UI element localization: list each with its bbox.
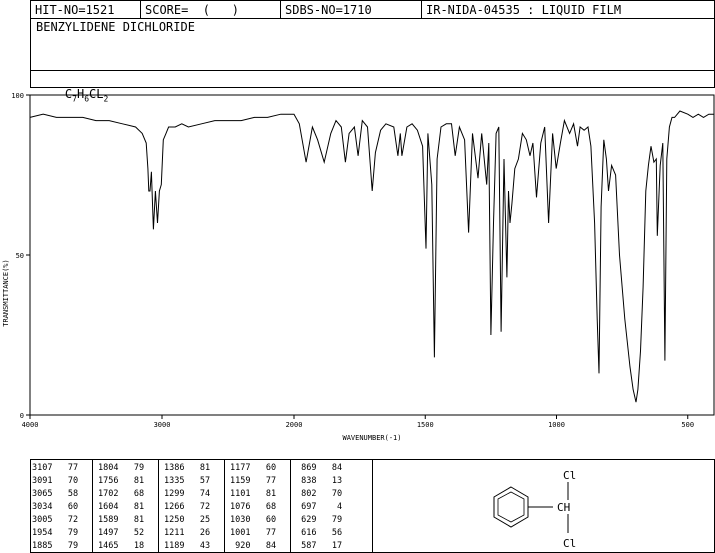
ir-spectrum-chart: 4000 3000 2000 1500 1000 500100500 TRANSMITTA… [2, 92, 715, 442]
peak-row: 3005 72 [32, 515, 79, 525]
score: SCORE= ( ) [145, 3, 239, 17]
y-tick-label: 100 [11, 92, 24, 100]
peak-row: 1756 81 [98, 476, 145, 486]
y-axis-label: TRANSMITTANCE(%) [2, 259, 10, 326]
peak-row: 1250 25 [164, 515, 211, 525]
peak-row: 838 13 [296, 476, 343, 486]
plot-frame [29, 94, 715, 416]
chlorine-bottom-label: Cl [563, 537, 576, 550]
peak-row: 869 84 [296, 463, 343, 473]
peak-row: 1335 57 [164, 476, 211, 486]
peak-row: 1101 81 [230, 489, 277, 499]
benzene-inner-ring [497, 491, 525, 523]
peak-row: 3034 60 [32, 502, 79, 512]
y-tick-label: 50 [16, 252, 24, 260]
peak-row: 1076 68 [230, 502, 277, 512]
peak-row: 1804 79 [98, 463, 145, 473]
structure-box: Cl CH Cl [372, 459, 715, 553]
peak-column: 3107 77 3091 70 3065 58 3034 60 3005 72 1954 … [32, 462, 78, 553]
peak-row: 1702 68 [98, 489, 145, 499]
peak-column: 869 84 838 13 802 70 697 4 629 79 616 56… [296, 462, 342, 553]
peak-row: 1497 52 [98, 528, 145, 538]
peak-row: 629 79 [296, 515, 343, 525]
peak-row: 3091 70 [32, 476, 79, 486]
peak-row: 1589 81 [98, 515, 145, 525]
x-tick-label: 4000 [22, 421, 39, 429]
x-tick-label: 1000 [548, 421, 565, 429]
peak-row: 1159 77 [230, 476, 277, 486]
peak-row: 1189 43 [164, 541, 211, 551]
spectrum-line [29, 110, 714, 403]
x-tick-label: 500 [681, 421, 694, 429]
peak-row: 1465 18 [98, 541, 145, 551]
ir-info: IR-NIDA-04535 : LIQUID FILM [426, 3, 622, 17]
y-tick-label: 0 [20, 412, 24, 420]
x-tick-label: 3000 [154, 421, 171, 429]
hit-number: HIT-NO=1521 [35, 3, 115, 17]
peak-row: 3107 77 [32, 463, 79, 473]
peak-row: 616 56 [296, 528, 343, 538]
peak-row: 697 4 [296, 502, 343, 512]
peak-row: 1386 81 [164, 463, 211, 473]
peak-row: 1211 26 [164, 528, 211, 538]
peak-row: 1604 81 [98, 502, 145, 512]
peak-row: 1266 72 [164, 502, 211, 512]
benzene-ring-icon [493, 486, 529, 528]
x-tick-label: 2000 [286, 421, 303, 429]
peak-row: 802 70 [296, 489, 343, 499]
peak-row: 1954 79 [32, 528, 79, 538]
peak-column: 1386 81 1335 57 1299 74 1266 72 1250 25 1211 … [164, 462, 210, 553]
peak-column: 1804 79 1756 81 1702 68 1604 81 1589 81 1497 … [98, 462, 144, 553]
x-axis-label: WAVENUMBER(-1) [342, 434, 401, 442]
ch-label: CH [557, 501, 570, 514]
x-tick-label: 1500 [417, 421, 434, 429]
compound-name: BENZYLIDENE DICHLORIDE [36, 20, 195, 34]
sdbs-number: SDBS-NO=1710 [285, 3, 372, 17]
header-bar: HIT-NO=1521 SCORE= ( ) SDBS-NO=1710 IR-N… [30, 0, 715, 19]
peak-row: 920 84 [230, 541, 277, 551]
chlorine-top-label: Cl [563, 469, 576, 482]
peak-column: 1177 60 1159 77 1101 81 1076 68 1030 60 1001 … [230, 462, 276, 553]
peak-row: 1001 77 [230, 528, 277, 538]
compound-box: BENZYLIDENE DICHLORIDE C7H6CL2 [30, 18, 715, 103]
peak-row: 1299 74 [164, 489, 211, 499]
peak-row: 3065 58 [32, 489, 79, 499]
peak-row: 1030 60 [230, 515, 277, 525]
peak-row: 1885 79 [32, 541, 79, 551]
structure-diagram: Cl CH Cl [493, 469, 576, 550]
peak-row: 1177 60 [230, 463, 277, 473]
peak-row: 587 17 [296, 541, 343, 551]
